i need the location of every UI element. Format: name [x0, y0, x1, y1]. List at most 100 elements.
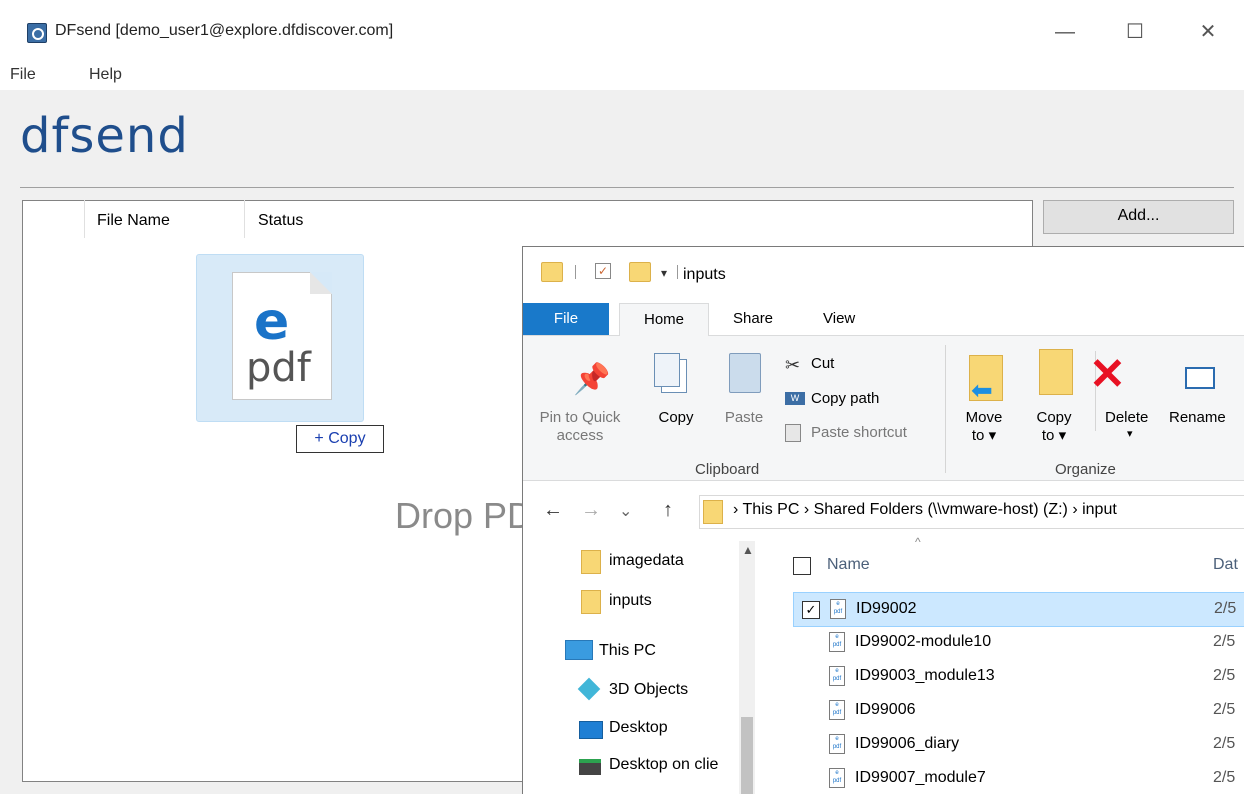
file-name: ID99006_diary: [855, 735, 960, 752]
edge-logo-icon: e: [254, 292, 290, 352]
address-path[interactable]: › This PC › Shared Folders (\\vmware-hos…: [733, 501, 1117, 519]
tab-home[interactable]: Home: [619, 303, 709, 337]
quick-access-dropdown-icon[interactable]: ▾: [661, 266, 667, 280]
file-date: 2/5: [1214, 600, 1237, 617]
file-row[interactable]: e pdf ID99006 2/5: [793, 694, 1244, 727]
file-name: ID99003_module13: [855, 667, 995, 684]
recent-locations-icon[interactable]: ⌄: [619, 501, 632, 521]
organize-group-label: Organize: [1055, 461, 1116, 478]
file-name: ID99006: [855, 701, 916, 718]
nav-item-imagedata[interactable]: imagedata: [609, 552, 684, 570]
forward-arrow-icon[interactable]: →: [581, 499, 601, 522]
paste-icon: [729, 353, 761, 393]
network-drive-icon: [579, 759, 601, 775]
folder-icon: [703, 500, 723, 524]
back-arrow-icon[interactable]: ←: [543, 499, 563, 522]
group-separator: [945, 345, 946, 473]
menu-bar: [0, 62, 1244, 90]
copy-to-button[interactable]: Copy to ▾: [1029, 409, 1079, 445]
move-arrow-icon: ⬅: [971, 375, 993, 405]
add-button[interactable]: Add...: [1043, 200, 1234, 234]
up-arrow-icon[interactable]: ↑: [663, 499, 673, 522]
file-date: 2/5: [1213, 769, 1236, 786]
nav-scrollbar-thumb[interactable]: [741, 717, 753, 794]
copy-button[interactable]: Copy: [651, 409, 701, 426]
tab-view[interactable]: View: [823, 303, 855, 335]
tab-share[interactable]: Share: [733, 303, 773, 335]
folder-icon: [581, 550, 601, 574]
paste-shortcut-icon: [785, 424, 801, 442]
file-row[interactable]: e pdf ID99006_diary 2/5: [793, 728, 1244, 761]
properties-icon[interactable]: ✓: [595, 263, 611, 279]
file-row[interactable]: e pdf ID99002-module10 2/5: [793, 626, 1244, 659]
move-to-button[interactable]: Move to ▾: [959, 409, 1009, 445]
maximize-button[interactable]: ☐: [1120, 20, 1150, 44]
file-name: ID99007_module7: [855, 769, 986, 786]
select-all-checkbox[interactable]: [793, 557, 811, 575]
column-divider: [84, 200, 85, 238]
dfsend-logo: dfsend: [20, 108, 189, 164]
nav-item-desktop-on-client[interactable]: Desktop on clie: [609, 756, 718, 774]
nav-item-inputs[interactable]: inputs: [609, 592, 652, 610]
scissors-icon: ✂: [785, 355, 801, 375]
scroll-up-icon[interactable]: ▲: [742, 543, 754, 557]
folder-icon: [581, 590, 601, 614]
pdf-file-icon: e pdf: [829, 632, 845, 652]
delete-icon: ✕: [1089, 350, 1126, 399]
column-header-name[interactable]: Name: [827, 556, 870, 574]
file-date: 2/5: [1213, 735, 1236, 752]
pdf-label: pdf: [246, 345, 311, 391]
cut-button[interactable]: Cut: [811, 355, 834, 372]
file-date: 2/5: [1213, 633, 1236, 650]
column-header-date[interactable]: Dat: [1213, 556, 1238, 574]
paste-button[interactable]: Paste: [719, 409, 769, 426]
copy-path-icon: W: [785, 392, 805, 405]
file-row-selected[interactable]: ✓ e pdf ID99002 2/5: [793, 592, 1244, 627]
desktop-icon: [579, 721, 603, 739]
folder-icon: [541, 262, 563, 282]
window-title: DFsend [demo_user1@explore.dfdiscover.co…: [55, 22, 394, 39]
pdf-file-icon: e pdf: [829, 734, 845, 754]
menu-help[interactable]: Help: [89, 66, 122, 84]
new-folder-icon[interactable]: [629, 262, 651, 282]
file-date: 2/5: [1213, 701, 1236, 718]
file-row[interactable]: e pdf ID99007_module7 2/5: [793, 762, 1244, 794]
pdf-file-icon: e pdf: [830, 599, 846, 619]
column-header-file-name[interactable]: File Name: [97, 212, 170, 230]
drop-hint: Drop PD: [395, 495, 534, 536]
copy-path-button[interactable]: Copy path: [811, 390, 879, 407]
dfsend-app-icon: [27, 23, 47, 43]
copy-drop-badge: + Copy: [296, 425, 384, 453]
separator: [575, 265, 576, 279]
menu-file[interactable]: File: [10, 66, 36, 84]
row-checkbox-checked[interactable]: ✓: [802, 601, 820, 619]
column-divider: [244, 200, 245, 238]
close-button[interactable]: ✕: [1193, 20, 1223, 44]
delete-button[interactable]: Delete: [1105, 409, 1148, 426]
copy-to-folder-icon: [1039, 349, 1073, 395]
nav-item-desktop[interactable]: Desktop: [609, 719, 668, 737]
clipboard-group-label: Clipboard: [695, 461, 760, 478]
minimize-button[interactable]: —: [1050, 20, 1080, 44]
nav-item-this-pc[interactable]: This PC: [599, 642, 656, 660]
pin-icon: 📌: [573, 363, 611, 396]
column-header-status[interactable]: Status: [258, 212, 303, 230]
rename-button[interactable]: Rename: [1169, 409, 1226, 426]
rename-icon: [1185, 367, 1215, 389]
delete-dropdown-icon[interactable]: ▾: [1127, 427, 1133, 440]
file-row[interactable]: e pdf ID99003_module13 2/5: [793, 660, 1244, 693]
this-pc-icon: [565, 640, 593, 660]
file-explorer-window[interactable]: ✓ ▾ inputs File Home Share View 📌 Pin to…: [522, 246, 1244, 794]
explorer-title: inputs: [683, 266, 726, 283]
file-name: ID99002: [856, 600, 917, 617]
separator: [677, 265, 678, 279]
file-name: ID99002-module10: [855, 633, 992, 650]
file-date: 2/5: [1213, 667, 1236, 684]
pin-to-quick-access-button[interactable]: Pin to Quick access: [525, 409, 635, 445]
nav-item-3d-objects[interactable]: 3D Objects: [609, 681, 688, 699]
tab-file[interactable]: File: [523, 303, 609, 335]
copy-icon-back: [654, 353, 680, 387]
paste-shortcut-button[interactable]: Paste shortcut: [811, 424, 907, 441]
pdf-file-icon: e pdf: [829, 666, 845, 686]
pdf-file-icon: e pdf: [829, 700, 845, 720]
